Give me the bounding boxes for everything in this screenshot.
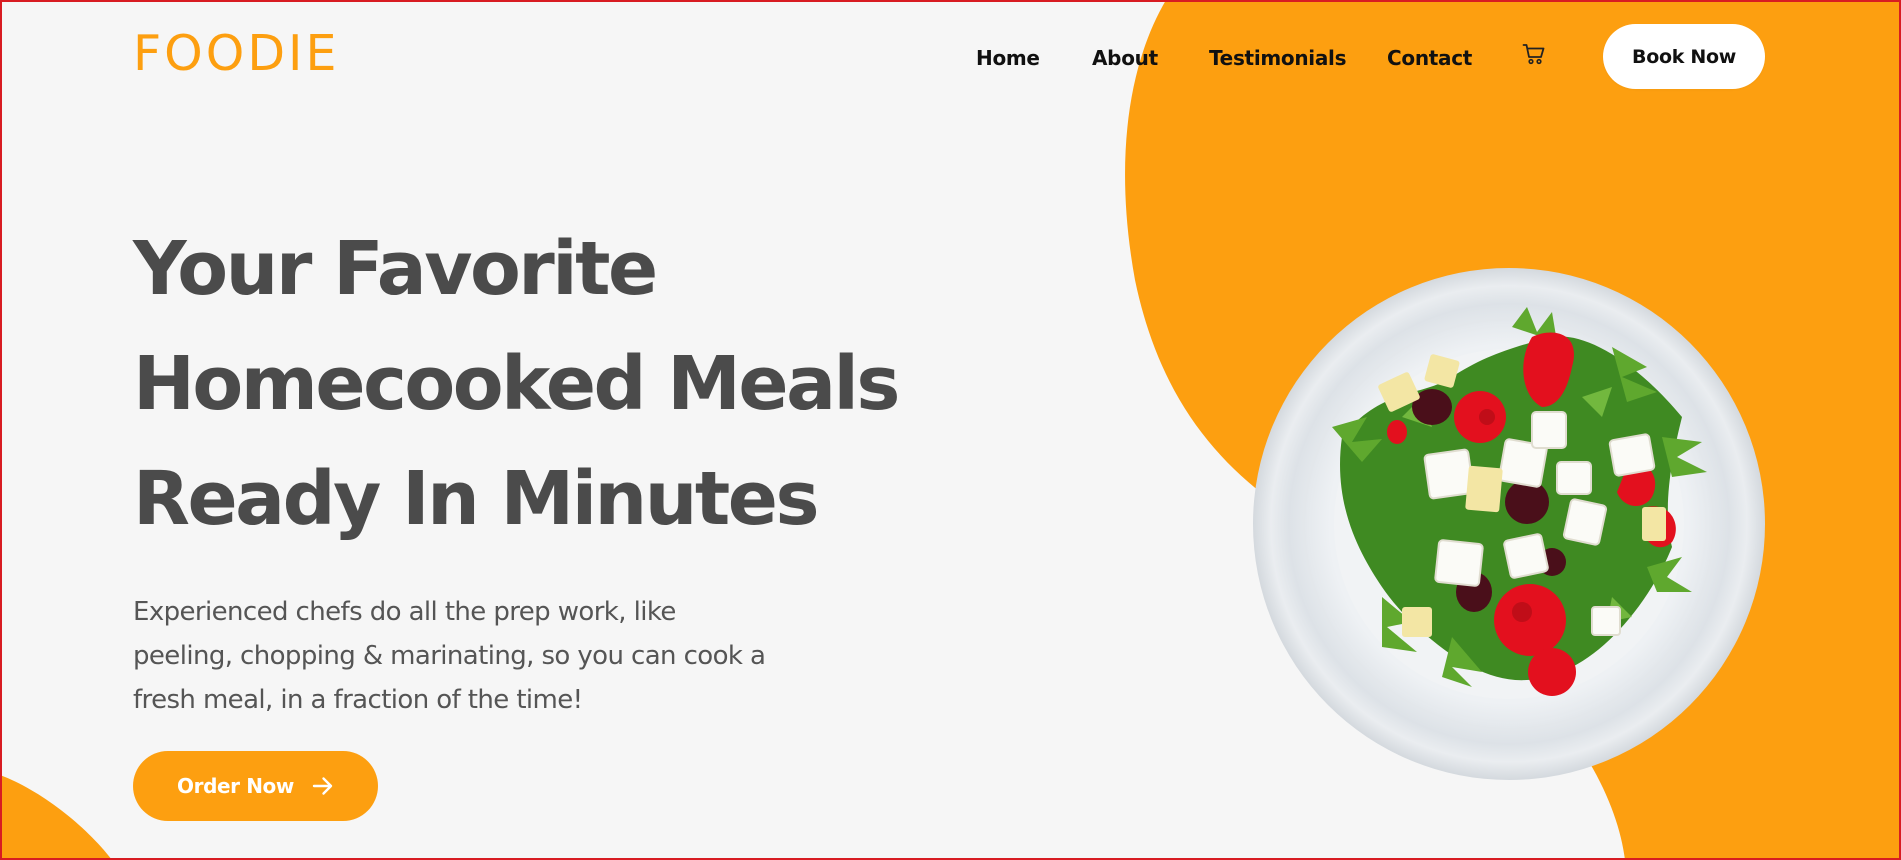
- orange-corner-blob: [0, 775, 112, 860]
- nav-about-link[interactable]: About: [1092, 44, 1158, 72]
- order-now-button[interactable]: Order Now: [133, 751, 378, 821]
- nav-home-link[interactable]: Home: [976, 44, 1040, 72]
- headline-line-3: Ready In Minutes: [133, 456, 820, 542]
- hero-headline: Your Favorite Homecooked Meals Ready In …: [133, 212, 900, 557]
- cart-icon[interactable]: [1522, 43, 1546, 65]
- order-now-label: Order Now: [177, 774, 294, 798]
- arrow-right-icon: [312, 777, 333, 795]
- nav-testimonials-link[interactable]: Testimonials: [1209, 44, 1347, 72]
- book-now-button[interactable]: Book Now: [1603, 24, 1765, 89]
- hero-subtext: Experienced chefs do all the prep work, …: [133, 597, 766, 715]
- nav-contact-link[interactable]: Contact: [1387, 44, 1472, 72]
- headline-line-2: Homecooked Meals: [133, 341, 900, 427]
- headline-line-1: Your Favorite: [133, 226, 658, 312]
- salad-plate-image: [1253, 268, 1765, 780]
- foodie-logo[interactable]: FOODIE: [133, 26, 339, 82]
